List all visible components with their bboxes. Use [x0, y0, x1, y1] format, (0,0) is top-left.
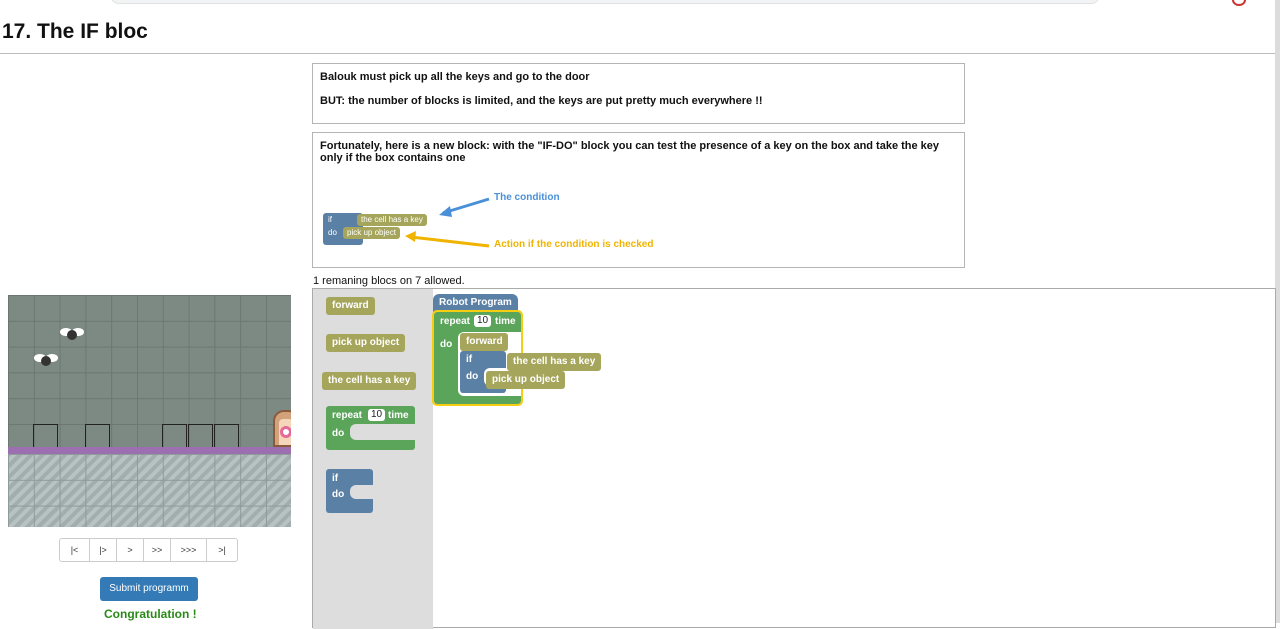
step-forward-button[interactable]: > — [117, 539, 144, 561]
last-step-button[interactable]: >| — [207, 539, 237, 561]
toolbox-repeat-unit: time — [388, 410, 409, 421]
empty-cell-box — [33, 424, 58, 449]
play-button[interactable]: |> — [90, 539, 117, 561]
block-toolbox: forward pick up object the cell has a ke… — [313, 289, 433, 629]
fast-forward-button[interactable]: >> — [144, 539, 171, 561]
instructions-box: Balouk must pick up all the keys and go … — [312, 63, 965, 124]
submit-program-button[interactable]: Submit programm — [100, 577, 198, 601]
robot-balouk-icon — [280, 426, 291, 438]
empty-cell-box — [214, 424, 239, 449]
toolbox-if-label: if — [332, 473, 339, 484]
instruction-line-1: Balouk must pick up all the keys and go … — [320, 71, 590, 83]
toolbox-if-do: do — [332, 489, 345, 500]
program-repeat-do: do — [440, 339, 453, 350]
toolbox-condition-block[interactable]: the cell has a key — [322, 372, 417, 390]
annotation-condition: The condition — [494, 192, 560, 203]
program-if-label: if — [466, 354, 473, 365]
program-condition-block[interactable]: the cell has a key — [507, 353, 602, 371]
program-forward-block[interactable]: forward — [460, 333, 508, 351]
door-icon — [273, 410, 291, 447]
instruction-line-2: BUT: the number of blocks is limited, an… — [320, 95, 763, 107]
annotation-action: Action if the condition is checked — [494, 239, 654, 250]
toolbox-repeat-block[interactable]: repeat 10 time do — [326, 406, 416, 450]
program-repeat-label: repeat — [440, 316, 471, 327]
first-step-button[interactable]: |< — [60, 539, 90, 561]
toolbox-repeat-count[interactable]: 10 — [368, 409, 386, 421]
toolbox-forward-block[interactable]: forward — [326, 297, 375, 315]
remaining-blocks-counter: 1 remaning blocs on 7 allowed. — [313, 275, 465, 287]
title-divider — [0, 53, 1275, 54]
program-repeat-count[interactable]: 10 — [474, 315, 492, 327]
empty-cell-box — [162, 424, 187, 449]
address-bar[interactable] — [110, 0, 1100, 4]
toolbox-if-block[interactable]: if do — [326, 469, 374, 513]
empty-cell-box — [188, 424, 213, 449]
ground-floor — [8, 447, 291, 527]
fastest-forward-button[interactable]: >>> — [171, 539, 207, 561]
toolbox-repeat-label: repeat — [332, 410, 363, 421]
key-icon — [60, 326, 84, 340]
if-block-explanation-box: Fortunately, here is a new block: with t… — [312, 132, 965, 268]
page-title: 17. The IF bloc — [2, 20, 148, 43]
program-header[interactable]: Robot Program — [433, 294, 518, 312]
block-workspace[interactable]: forward pick up object the cell has a ke… — [312, 288, 1276, 629]
profile-icon[interactable] — [1232, 0, 1246, 6]
playback-controls: |< |> > >> >>> >| — [59, 538, 238, 562]
key-icon — [34, 352, 58, 366]
empty-cell-box — [85, 424, 110, 449]
browser-top-strip — [0, 0, 1280, 10]
robot-program[interactable]: Robot Program repeat 10 time do forward … — [432, 294, 633, 414]
program-action-block[interactable]: pick up object — [486, 371, 566, 389]
success-message: Congratulation ! — [104, 607, 197, 621]
game-board — [8, 295, 291, 527]
program-if-do: do — [466, 371, 479, 382]
toolbox-pick-up-block[interactable]: pick up object — [326, 334, 406, 352]
toolbox-repeat-do: do — [332, 428, 345, 439]
program-repeat-unit: time — [495, 316, 516, 327]
